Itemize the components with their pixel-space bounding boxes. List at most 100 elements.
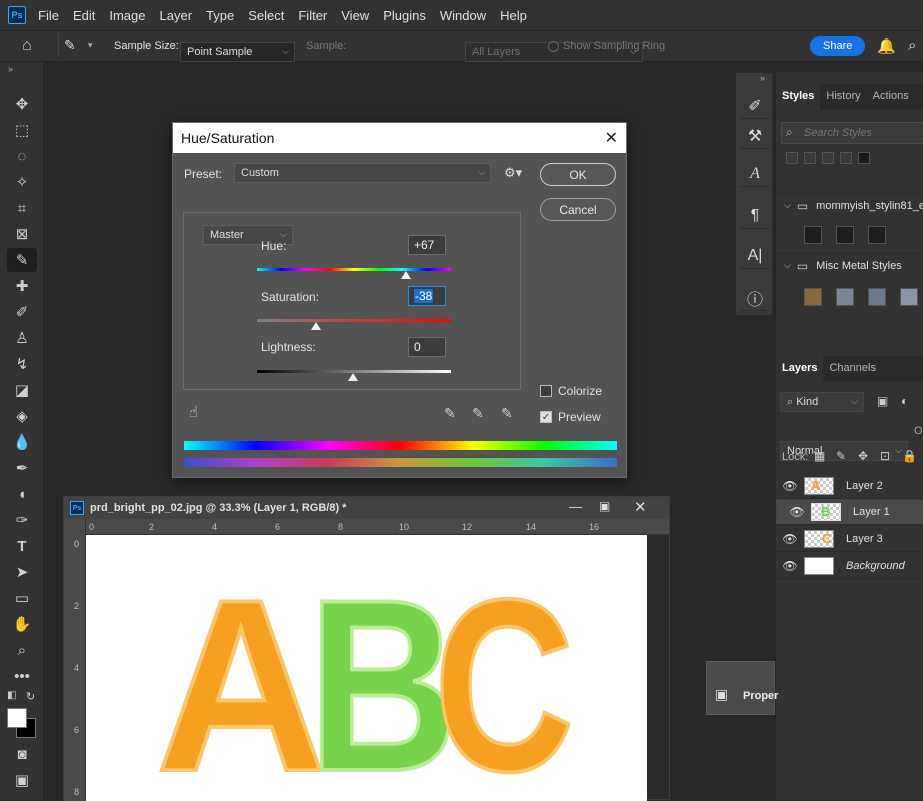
search-icon[interactable]: ⌕: [908, 37, 916, 54]
character-icon[interactable]: A: [740, 161, 770, 187]
hue-input[interactable]: +67: [408, 235, 446, 255]
lock-transparent-icon[interactable]: ▦: [814, 449, 825, 463]
menu-layer[interactable]: Layer: [160, 8, 193, 23]
sampling-ring-checkbox[interactable]: [548, 41, 559, 52]
path-selection-tool-icon[interactable]: ➤: [7, 560, 37, 584]
zoom-tool-icon[interactable]: ⌕: [7, 638, 37, 662]
maximize-icon[interactable]: ▣: [599, 499, 610, 513]
style-swatch[interactable]: [804, 152, 816, 164]
saturation-input[interactable]: -38: [408, 286, 446, 306]
screen-mode-icon[interactable]: ▣: [7, 768, 37, 792]
menu-file[interactable]: File: [38, 8, 59, 23]
stamp-tool-icon[interactable]: ♙: [7, 326, 37, 350]
magic-wand-tool-icon[interactable]: ✧: [7, 170, 37, 194]
style-swatch[interactable]: [858, 152, 870, 164]
style-swatch[interactable]: [822, 152, 834, 164]
menu-help[interactable]: Help: [500, 8, 527, 23]
paint-bucket-tool-icon[interactable]: ◈: [7, 404, 37, 428]
brush-settings-icon[interactable]: ✐: [740, 93, 770, 119]
healing-brush-tool-icon[interactable]: ✚: [7, 274, 37, 298]
dialog-title-bar[interactable]: Hue/Saturation: [173, 123, 626, 153]
marquee-tool-icon[interactable]: ⬚: [7, 118, 37, 142]
default-colors-icon[interactable]: ◧: [7, 690, 16, 701]
collapse-icon[interactable]: »: [760, 73, 765, 83]
smudge-tool-icon[interactable]: ◖: [7, 482, 37, 506]
menu-filter[interactable]: Filter: [298, 8, 327, 23]
tab-channels[interactable]: Channels: [823, 356, 881, 382]
menu-window[interactable]: Window: [440, 8, 486, 23]
style-swatch[interactable]: [804, 226, 822, 244]
style-swatch[interactable]: [786, 152, 798, 164]
frame-tool-icon[interactable]: ⊠: [7, 222, 37, 246]
foreground-color-swatch[interactable]: [7, 708, 27, 728]
eyedropper-add-icon[interactable]: ✎: [472, 405, 484, 422]
move-tool-icon[interactable]: ✥: [7, 92, 37, 116]
properties-panel-collapsed[interactable]: ▣ Proper: [706, 661, 778, 715]
lasso-tool-icon[interactable]: ◌: [7, 144, 37, 168]
image-filter-icon[interactable]: ▣: [877, 394, 888, 408]
hand-tool-icon[interactable]: ✋: [7, 612, 37, 636]
style-swatch[interactable]: [868, 288, 886, 306]
lightness-input[interactable]: 0: [408, 337, 446, 357]
quick-mask-icon[interactable]: ◙: [7, 742, 37, 766]
tab-history[interactable]: History: [820, 84, 866, 110]
layer-row-layer-3[interactable]: 👁 C Layer 3: [776, 526, 923, 552]
style-swatch[interactable]: [840, 152, 852, 164]
share-button[interactable]: Share: [810, 36, 866, 56]
dodge-tool-icon[interactable]: ✒: [7, 456, 37, 480]
brush-tool-icon[interactable]: ✐: [7, 300, 37, 324]
collapse-icon[interactable]: »: [8, 64, 13, 74]
paragraph-icon[interactable]: ¶: [740, 203, 770, 229]
eyedropper-icon[interactable]: ✎: [64, 37, 76, 54]
style-swatch[interactable]: [836, 288, 854, 306]
style-swatch[interactable]: [804, 288, 822, 306]
style-swatch[interactable]: [836, 226, 854, 244]
history-brush-tool-icon[interactable]: ↯: [7, 352, 37, 376]
info-icon[interactable]: ⓘ: [740, 285, 770, 311]
style-swatch[interactable]: [868, 226, 886, 244]
close-icon[interactable]: ✕: [605, 128, 618, 148]
home-icon[interactable]: ⌂: [22, 37, 32, 55]
brush-presets-icon[interactable]: ⚒: [740, 123, 770, 149]
preview-checkbox[interactable]: ✓: [540, 411, 552, 423]
saturation-slider-track[interactable]: [257, 319, 451, 322]
minimize-icon[interactable]: —: [569, 499, 582, 514]
layer-row-layer-1[interactable]: 👁 B Layer 1: [776, 499, 923, 525]
lightness-slider-thumb[interactable]: [348, 373, 358, 381]
preset-select[interactable]: Custom ⌵: [234, 163, 491, 183]
blur-tool-icon[interactable]: 💧: [7, 430, 37, 454]
layer-row-background[interactable]: 👁 Background: [776, 553, 923, 579]
layer-kind-filter[interactable]: ⌕ Kind ⌵: [780, 392, 864, 412]
lock-position-icon[interactable]: ✥: [858, 449, 868, 463]
lock-artboard-icon[interactable]: ⊡: [880, 449, 890, 463]
eye-icon[interactable]: 👁: [776, 532, 804, 546]
tab-styles[interactable]: Styles: [776, 84, 821, 110]
menu-edit[interactable]: Edit: [73, 8, 95, 23]
lock-all-icon[interactable]: 🔒: [902, 449, 917, 463]
crop-tool-icon[interactable]: ⌗: [7, 196, 37, 220]
cancel-button[interactable]: Cancel: [540, 198, 616, 221]
ok-button[interactable]: OK: [540, 163, 616, 186]
eraser-tool-icon[interactable]: ◪: [7, 378, 37, 402]
eyedropper-icon[interactable]: ✎: [444, 405, 456, 422]
sample-size-select[interactable]: Point Sample ⌵: [180, 42, 295, 62]
pen-tool-icon[interactable]: ✑: [7, 508, 37, 532]
type-tool-icon[interactable]: T: [7, 534, 37, 558]
eye-icon[interactable]: 👁: [776, 479, 804, 493]
tab-actions[interactable]: Actions: [867, 84, 915, 110]
chevron-down-icon[interactable]: ▾: [88, 40, 93, 51]
close-icon[interactable]: ✕: [634, 498, 647, 516]
layer-row-layer-2[interactable]: 👁 A Layer 2: [776, 473, 923, 499]
glyphs-icon[interactable]: A|: [740, 243, 770, 269]
saturation-slider-thumb[interactable]: [311, 322, 321, 330]
swap-colors-icon[interactable]: ↻: [26, 690, 35, 703]
menu-view[interactable]: View: [341, 8, 369, 23]
eyedropper-tool-icon[interactable]: ✎: [7, 248, 37, 272]
bell-icon[interactable]: 🔔: [877, 37, 896, 55]
rectangle-tool-icon[interactable]: ▭: [7, 586, 37, 610]
menu-select[interactable]: Select: [248, 8, 284, 23]
styles-search-input[interactable]: ⌕ Search Styles: [781, 122, 923, 144]
menu-type[interactable]: Type: [206, 8, 234, 23]
menu-plugins[interactable]: Plugins: [383, 8, 426, 23]
adjustment-filter-icon[interactable]: ◐: [901, 394, 908, 408]
